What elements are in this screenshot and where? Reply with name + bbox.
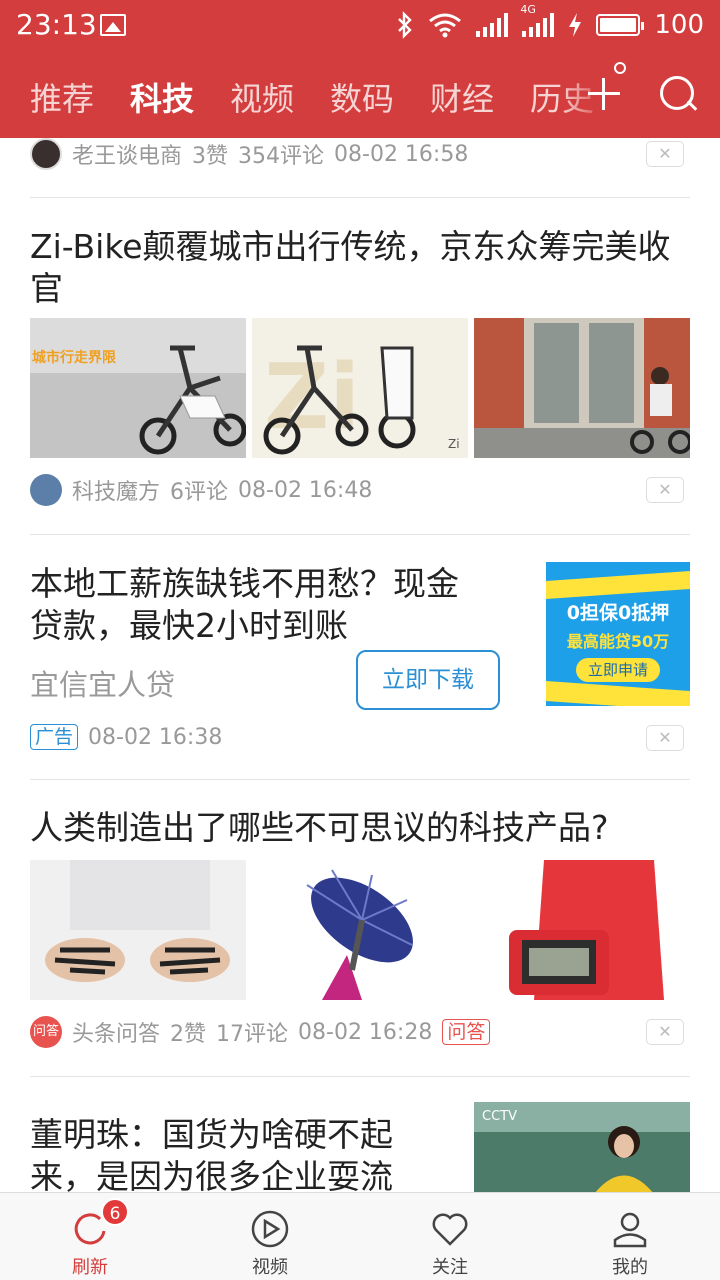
status-bar: 23:13 4G 100: [0, 0, 720, 50]
dislike-close-icon[interactable]: ✕: [646, 725, 684, 751]
notification-dot-icon: [614, 62, 626, 74]
dislike-close-icon[interactable]: ✕: [646, 1019, 684, 1045]
divider: [30, 779, 690, 780]
network-label: 4G: [520, 3, 536, 16]
play-icon: [251, 1210, 289, 1248]
bluetooth-icon: [398, 11, 413, 39]
item3-time: 08-02 16:28: [298, 1019, 433, 1045]
item0-time: 08-02 16:58: [334, 141, 469, 167]
ad-meta: 广告 08-02 16:38: [30, 724, 222, 750]
ad-banner-image[interactable]: 0担保0抵押 最高能贷50万 立即申请: [546, 562, 690, 706]
banner-stripe: [546, 570, 690, 600]
item1-title[interactable]: Zi-Bike颠覆城市出行传统，京东众筹完美收官: [30, 226, 690, 310]
tab-mine[interactable]: 我的: [580, 1193, 680, 1280]
ad-download-button[interactable]: 立即下载: [356, 650, 500, 710]
battery-icon: [596, 14, 645, 36]
divider: [30, 197, 690, 198]
status-time: 23:13: [16, 8, 97, 41]
bike-photo-2: Zi Zi: [252, 318, 468, 458]
search-icon[interactable]: [658, 74, 698, 114]
flower-speaker-photo: [252, 860, 468, 1000]
divider: [30, 534, 690, 535]
avatar[interactable]: [30, 474, 62, 506]
qa-tag: 问答: [442, 1019, 491, 1045]
person-icon: [613, 1212, 647, 1248]
banner-line1: 0担保0抵押: [566, 602, 670, 624]
divider: [30, 1076, 690, 1077]
tab-tech[interactable]: 科技: [130, 74, 194, 120]
item3-title[interactable]: 人类制造出了哪些不可思议的科技产品?: [30, 807, 690, 849]
item1-image-3[interactable]: [474, 318, 690, 458]
dislike-close-icon[interactable]: ✕: [646, 141, 684, 167]
signal-4g-icon: [522, 13, 555, 37]
avatar[interactable]: 问答: [30, 1016, 62, 1048]
top-bar: 23:13 4G 100 推荐 科技 视频 数码 财经: [0, 0, 720, 138]
item1-meta: 科技魔方 6评论 08-02 16:48: [30, 474, 372, 506]
dislike-close-icon[interactable]: ✕: [646, 477, 684, 503]
tab-follow[interactable]: 关注: [400, 1193, 500, 1280]
ad-time: 08-02 16:38: [88, 724, 223, 750]
item0-comments: 354评论: [238, 144, 325, 169]
image1-caption: 城市行走界限: [32, 349, 116, 366]
item1-source[interactable]: 科技魔方: [72, 474, 160, 506]
item1-comments: 6评论: [170, 480, 229, 505]
avatar[interactable]: [30, 138, 62, 170]
tab-mine-label: 我的: [612, 1257, 648, 1278]
item3-image-3[interactable]: [474, 860, 690, 1000]
video-channel-logo: CCTV: [482, 1109, 517, 1124]
tab-finance[interactable]: 财经: [430, 74, 494, 120]
item0-likes: 3赞: [192, 144, 229, 169]
charging-icon: [569, 13, 582, 37]
banner-line2: 最高能贷50万: [566, 632, 670, 651]
gloves-photo: [30, 860, 246, 1000]
tab-video[interactable]: 视频: [230, 74, 294, 120]
banner-apply-button: 立即申请: [576, 658, 660, 682]
heart-icon: [432, 1213, 468, 1246]
ad-title[interactable]: 本地工薪族缺钱不用愁？现金贷款，最快2小时到账: [30, 563, 490, 647]
status-right-group: 4G 100: [396, 3, 704, 42]
item1-image-1[interactable]: 城市行走界限: [30, 318, 246, 458]
item0-meta: 老王谈电商 3赞 354评论 08-02 16:58: [30, 138, 468, 170]
item3-meta: 问答 头条问答 2赞 17评论 08-02 16:28 问答: [30, 1016, 491, 1048]
tab-video-bottom[interactable]: 视频: [220, 1193, 320, 1280]
item0-source[interactable]: 老王谈电商: [72, 138, 182, 170]
image2-logo: Zi: [264, 345, 360, 450]
image2-mark: Zi: [448, 437, 460, 451]
wifi-icon: [429, 13, 462, 38]
item4-title[interactable]: 董明珠：国货为啥硬不起来，是因为很多企业耍流: [30, 1114, 430, 1192]
battery-percent: 100: [654, 10, 704, 40]
item3-source[interactable]: 头条问答: [72, 1016, 160, 1048]
tab-recommend[interactable]: 推荐: [30, 74, 94, 120]
tab-digital[interactable]: 数码: [330, 74, 394, 120]
bike-photo-3: [474, 318, 690, 458]
item1-image-2[interactable]: Zi Zi: [252, 318, 468, 458]
item3-likes: 2赞: [170, 1022, 207, 1047]
tab-refresh-label: 刷新: [72, 1257, 108, 1278]
item4-video-thumbnail[interactable]: CCTV: [474, 1102, 690, 1192]
tv-interview-photo: CCTV: [474, 1102, 690, 1192]
tab-follow-label: 关注: [432, 1257, 468, 1278]
banner-stripe: [546, 680, 690, 706]
item3-comments: 17评论: [216, 1022, 289, 1047]
ad-advertiser: 宜信宜人贷: [30, 668, 176, 702]
bike-photo-1: 城市行走界限: [30, 318, 246, 458]
plus-icon[interactable]: [584, 74, 624, 114]
tab-video-label: 视频: [252, 1257, 288, 1278]
signal-4g-group: 4G: [520, 3, 555, 37]
signal-icon: [476, 13, 509, 37]
item3-image-1[interactable]: [30, 860, 246, 1000]
item3-image-2[interactable]: [252, 860, 468, 1000]
refresh-badge: 6: [101, 1198, 129, 1226]
image-notification-icon: [100, 14, 126, 36]
watch-photo: [474, 860, 690, 1000]
category-nav: 推荐 科技 视频 数码 财经 历史: [0, 60, 720, 130]
ad-tag: 广告: [30, 724, 79, 750]
item1-time: 08-02 16:48: [238, 477, 373, 503]
news-feed[interactable]: 老王谈电商 3赞 354评论 08-02 16:58 ✕ Zi-Bike颠覆城市…: [0, 138, 720, 1192]
